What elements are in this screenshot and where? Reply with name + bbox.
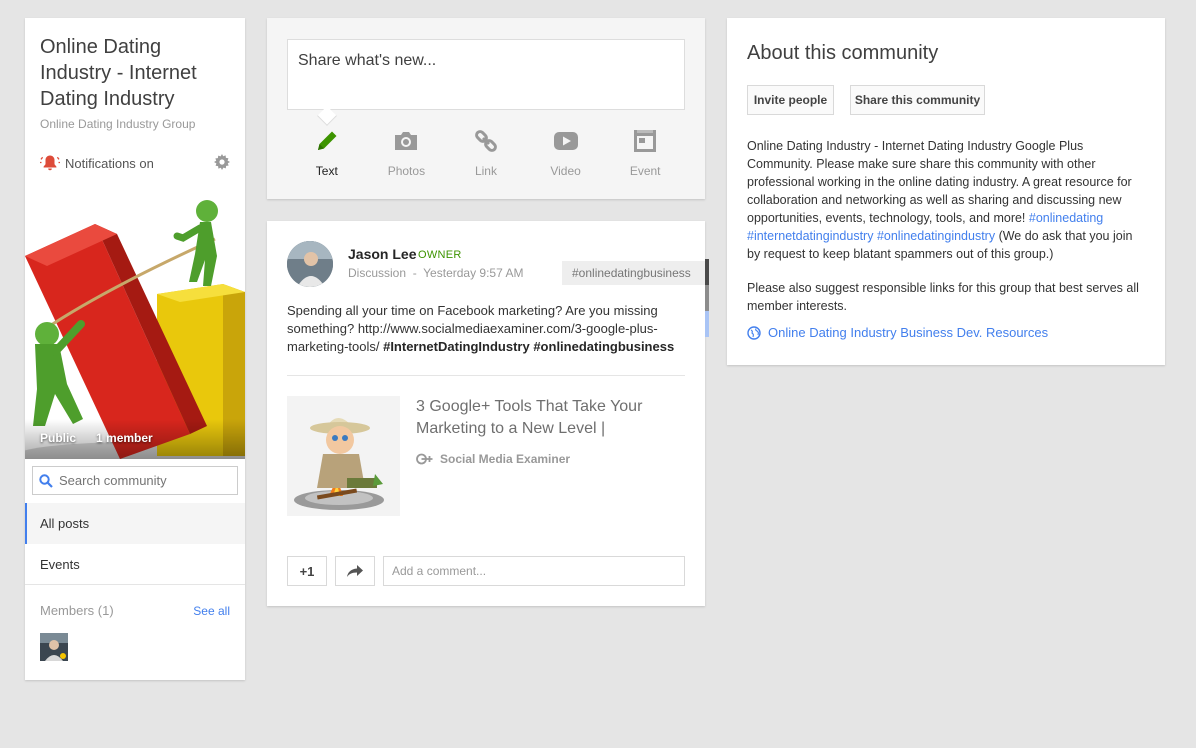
share-arrow-icon <box>347 565 363 577</box>
search-community-box[interactable] <box>32 466 238 495</box>
calendar-icon <box>634 130 657 152</box>
nav-events[interactable]: Events <box>25 544 245 585</box>
about-community-card: About this community Invite people Share… <box>727 18 1165 365</box>
notifications-toggle[interactable]: Notifications on <box>40 154 154 172</box>
share-tool-photos-label: Photos <box>387 164 426 178</box>
pencil-icon <box>317 131 337 150</box>
globe-icon <box>747 325 761 340</box>
share-tool-event-label: Event <box>629 164 661 178</box>
bell-icon <box>40 155 60 171</box>
resources-link[interactable]: Online Dating Industry Business Dev. Res… <box>747 325 1048 340</box>
community-subtitle: Online Dating Industry Group <box>40 117 196 131</box>
share-tool-text[interactable]: Text <box>287 128 367 178</box>
post-timestamp[interactable]: Yesterday 9:57 AM <box>423 266 523 280</box>
about-description-2: Please also suggest responsible links fo… <box>747 281 1139 313</box>
share-tool-text-label: Text <box>315 164 338 178</box>
nav-all-posts[interactable]: All posts <box>25 503 245 544</box>
see-all-members-link[interactable]: See all <box>193 604 230 618</box>
community-cover-image: Public 1 member <box>25 194 245 459</box>
post-meta-separator: - <box>412 266 417 280</box>
post-hashtags[interactable]: #InternetDatingIndustry #onlinedatingbus… <box>383 339 674 354</box>
notifications-label: Notifications on <box>65 155 154 171</box>
explorer-illustration <box>287 396 400 516</box>
member-count: 1 member <box>96 431 153 445</box>
post-scroll-indicator <box>705 259 709 337</box>
member-avatar-image <box>40 633 68 661</box>
community-sidebar: Online Dating Industry - Internet Dating… <box>25 18 245 680</box>
members-label: Members (1) <box>40 603 114 618</box>
author-photo <box>287 241 333 287</box>
about-title: About this community <box>747 42 939 64</box>
google-plus-page-icon <box>416 453 433 465</box>
post-hashtag-chip[interactable]: #onlinedatingbusiness <box>562 261 705 285</box>
share-box: Share what's new... Text Photos Link Vid… <box>267 18 705 199</box>
cover-illustration <box>25 194 245 459</box>
author-avatar[interactable] <box>287 241 333 287</box>
camera-icon <box>395 132 418 150</box>
plus-one-button[interactable]: +1 <box>287 556 327 586</box>
add-comment-field[interactable]: Add a comment... <box>383 556 685 586</box>
share-tool-video[interactable]: Video <box>526 128 606 178</box>
search-icon <box>39 473 53 488</box>
share-tool-video-label: Video <box>550 164 581 178</box>
owner-badge: OWNER <box>418 249 462 261</box>
member-avatar[interactable] <box>40 633 68 661</box>
about-description: Online Dating Industry - Internet Dating… <box>747 137 1149 263</box>
resources-link-label: Online Dating Industry Business Dev. Res… <box>768 325 1049 340</box>
gear-icon[interactable] <box>214 154 230 170</box>
link-icon <box>475 130 497 152</box>
link-preview-thumbnail[interactable] <box>287 396 400 516</box>
post-meta: Discussion - Yesterday 9:57 AM <box>348 266 523 280</box>
search-community-input[interactable] <box>59 473 229 488</box>
link-preview-source[interactable]: Social Media Examiner <box>416 452 570 466</box>
share-tool-link-label: Link <box>474 164 497 178</box>
visibility-label: Public <box>40 431 77 445</box>
post-category[interactable]: Discussion <box>348 266 406 280</box>
post-body: Spending all your time on Facebook marke… <box>287 302 677 356</box>
reshare-button[interactable] <box>335 556 375 586</box>
share-tool-link[interactable]: Link <box>446 128 526 178</box>
play-icon <box>553 132 578 150</box>
share-community-button[interactable]: Share this community <box>850 85 985 115</box>
invite-people-button[interactable]: Invite people <box>747 85 834 115</box>
link-preview-title[interactable]: 3 Google+ Tools That Take Your Marketing… <box>416 396 676 440</box>
share-tool-photos[interactable]: Photos <box>367 128 447 178</box>
post-card: Jason Lee OWNER Discussion - Yesterday 9… <box>267 221 709 606</box>
cover-info: Public 1 member <box>40 431 153 445</box>
share-tool-event[interactable]: Event <box>605 128 685 178</box>
link-source-label: Social Media Examiner <box>440 452 571 466</box>
post-divider <box>287 375 685 376</box>
share-input[interactable]: Share what's new... <box>287 39 685 110</box>
author-name-link[interactable]: Jason Lee <box>348 246 416 262</box>
share-tools: Text Photos Link Video Event <box>287 128 685 178</box>
community-title: Online Dating Industry - Internet Dating… <box>40 36 197 110</box>
